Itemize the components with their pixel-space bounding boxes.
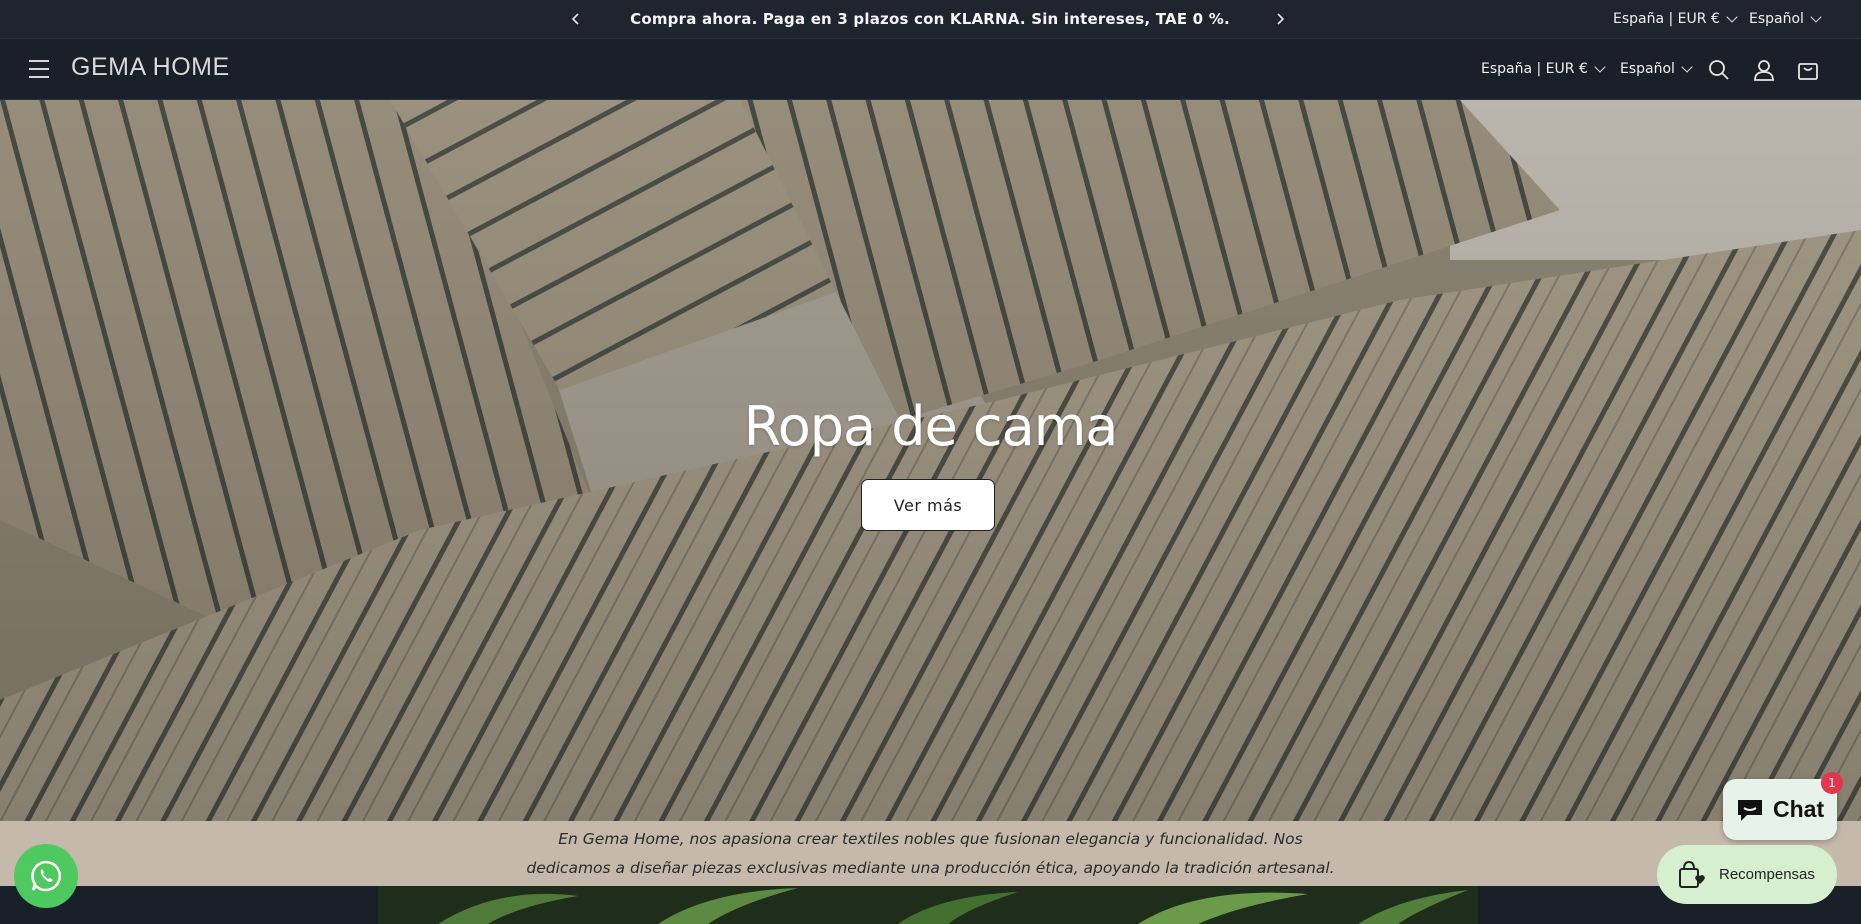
language-label: Español [1749,11,1804,27]
mission-line-2: dedicamos a diseñar piezas exclusivas me… [526,859,1335,877]
account-icon [1754,60,1774,81]
chevron-down-icon [1594,61,1606,73]
country-label: España | EUR € [1481,61,1588,77]
cart-icon [1798,63,1818,80]
mission-line-1: En Gema Home, nos apasiona crear textile… [558,830,1303,848]
chevron-down-icon [1681,61,1693,73]
chevron-right-icon [1277,13,1285,25]
header-language-selector[interactable]: Español [1620,61,1693,77]
shopping-bag-heart-icon [1679,860,1705,888]
announcement-bar: Compra ahora. Paga en 3 plazos con KLARN… [0,0,1861,39]
country-label: España | EUR € [1613,11,1720,27]
hero-image [0,100,1861,821]
hero-banner: Ropa de cama Ver más [0,100,1861,821]
chat-notification-badge: 1 [1821,772,1843,794]
announcement-language-selector[interactable]: Español [1749,11,1822,27]
hamburger-icon [29,60,49,62]
menu-button[interactable] [29,60,49,80]
chevron-down-icon [1726,11,1738,23]
search-icon [1709,60,1729,80]
plant-image [378,886,1478,924]
chat-label: Chat [1773,796,1825,822]
rewards-button[interactable]: Recompensas [1657,845,1837,904]
chevron-left-icon [571,13,579,25]
whatsapp-icon [31,860,62,892]
language-label: Español [1620,61,1675,77]
hero-cta-button[interactable]: Ver más [861,479,995,531]
next-section [0,886,1861,924]
chat-button[interactable]: Chat 1 [1723,772,1843,840]
mission-statement: En Gema Home, nos apasiona crear textile… [0,821,1861,886]
site-header: GEMA HOME España | EUR € Español [0,40,1861,100]
announcement-country-selector[interactable]: España | EUR € [1613,11,1738,27]
header-country-selector[interactable]: España | EUR € [1481,61,1606,77]
whatsapp-button[interactable] [14,844,78,908]
search-button[interactable] [1706,57,1732,83]
chevron-down-icon [1810,11,1822,23]
announcement-message: Compra ahora. Paga en 3 plazos con KLARN… [630,10,1230,28]
site-logo[interactable]: GEMA HOME [71,53,230,82]
account-button[interactable] [1751,57,1777,83]
cart-button[interactable] [1795,57,1821,83]
announcement-prev-button[interactable] [566,9,586,29]
announcement-next-button[interactable] [1270,9,1290,29]
chat-bubble-icon [1738,799,1762,821]
hero-title: Ropa de cama [743,395,1119,458]
rewards-label: Recompensas [1719,866,1815,883]
